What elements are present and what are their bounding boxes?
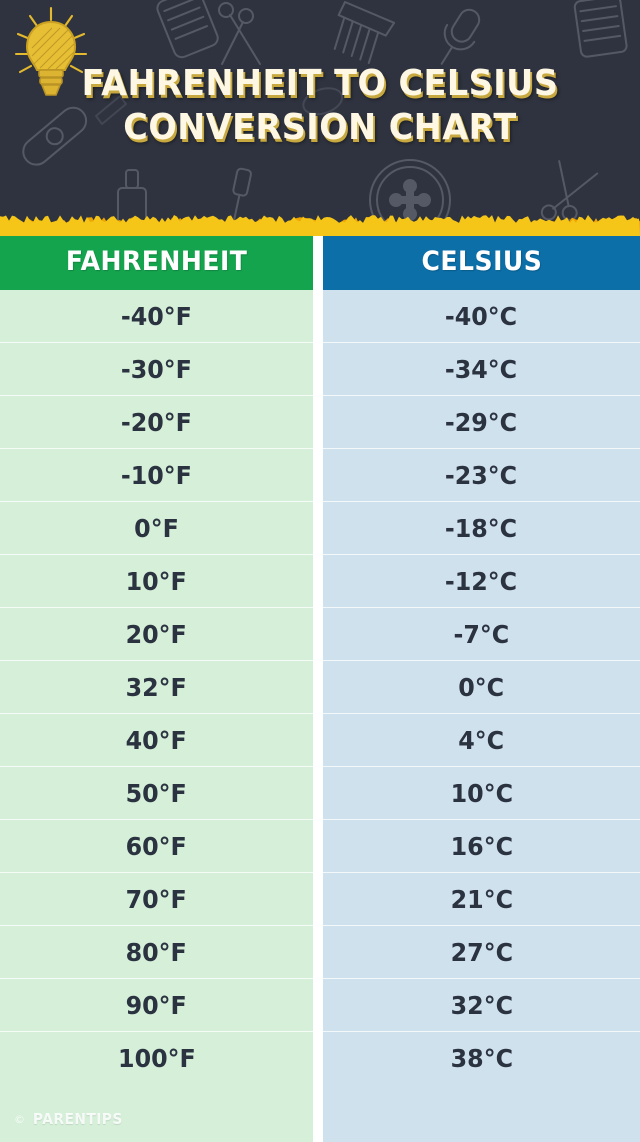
table-cell-fahrenheit: -20°F (0, 396, 313, 449)
table-cell-value: 32°F (125, 672, 188, 702)
table-cell-fahrenheit: 80°F (0, 926, 313, 979)
table-cell-value: -30°F (120, 354, 193, 384)
table-cell-value: 50°F (125, 778, 188, 808)
table-cell-value: 16°C (450, 831, 513, 861)
table-cell-value: 32°C (450, 990, 513, 1020)
watermark-label: PARENTIPS (32, 1110, 123, 1128)
table-cell-fahrenheit: 50°F (0, 767, 313, 820)
watermark: © PARENTIPS (14, 1110, 127, 1128)
table-cell-value: 100°F (117, 1044, 196, 1073)
table-cell-value: 4°C (458, 725, 505, 755)
table-cell-celsius: 32°C (323, 979, 640, 1032)
column-header-celsius: CELSIUS (323, 232, 640, 290)
table-cell-value: 70°F (125, 884, 188, 914)
table-cell-fahrenheit: 90°F (0, 979, 313, 1032)
fahrenheit-cells: -40°F -30°F -20°F -10°F 0°F 10°F 20°F 32°F 40°F 5… (0, 290, 313, 1085)
table-cell-value: 60°F (125, 831, 188, 861)
table-cell-value: -12°C (445, 566, 518, 596)
celsius-column: CELSIUS -40°C -34°C -29°C -23°C -18°C -12°C -7… (323, 232, 640, 1142)
celsius-cells: -40°C -34°C -29°C -23°C -18°C -12°C -7°C 0°C 4°C… (323, 290, 640, 1085)
column-divider-header (313, 232, 323, 290)
table-cell-fahrenheit: -30°F (0, 343, 313, 396)
table-cell-value: -10°F (120, 460, 193, 490)
fahrenheit-column: FAHRENHEIT -40°F -30°F -20°F -10°F 0°F 10°F 20… (0, 232, 313, 1142)
table-cell-fahrenheit: 32°F (0, 661, 313, 714)
table-cell-celsius: -12°C (323, 555, 640, 608)
table-cell-value: 38°C (450, 1044, 513, 1073)
table-cell-value: 10°C (450, 778, 513, 808)
table-cell-value: -40°C (445, 301, 518, 331)
table-cell-celsius: -34°C (323, 343, 640, 396)
table-cell-value: 90°F (125, 990, 188, 1020)
table-cell-value: 21°C (450, 884, 513, 914)
table-cell-celsius: 4°C (323, 714, 640, 767)
table-cell-value: -29°C (445, 407, 518, 437)
table-cell-celsius: 21°C (323, 873, 640, 926)
table-cell-value: 80°F (125, 937, 188, 967)
table-cell-celsius: -18°C (323, 502, 640, 555)
header-banner: FAHRENHEIT TO CELSIUS CONVERSION CHART (0, 0, 640, 232)
table-cell-value: 0°C (458, 672, 505, 702)
column-header-celsius-label: CELSIUS (421, 245, 542, 277)
table-cell-fahrenheit: -40°F (0, 290, 313, 343)
table-cell-fahrenheit: -10°F (0, 449, 313, 502)
title-line-1: FAHRENHEIT TO CELSIUS (81, 63, 559, 104)
table-cell-fahrenheit: 100°F (0, 1032, 313, 1085)
table-cell-value: -20°F (120, 407, 193, 437)
column-divider (313, 232, 323, 1142)
conversion-table: FAHRENHEIT -40°F -30°F -20°F -10°F 0°F 10°F 20… (0, 232, 640, 1142)
table-cell-celsius: 38°C (323, 1032, 640, 1085)
table-cell-fahrenheit: 0°F (0, 502, 313, 555)
table-cell-celsius: -23°C (323, 449, 640, 502)
column-header-fahrenheit-label: FAHRENHEIT (65, 245, 248, 277)
table-cell-celsius: 16°C (323, 820, 640, 873)
table-cell-celsius: -7°C (323, 608, 640, 661)
table-cell-value: -34°C (445, 354, 518, 384)
title-line-2: CONVERSION CHART (123, 107, 517, 148)
table-cell-fahrenheit: 40°F (0, 714, 313, 767)
torn-paper-edge (0, 215, 640, 236)
fahrenheit-celsius-conversion-infographic: FAHRENHEIT TO CELSIUS CONVERSION CHART F… (0, 0, 640, 1142)
table-cell-fahrenheit: 10°F (0, 555, 313, 608)
table-cell-value: 10°F (125, 566, 188, 596)
column-header-fahrenheit: FAHRENHEIT (0, 232, 313, 290)
table-cell-value: 40°F (125, 725, 188, 755)
table-cell-value: -40°F (120, 301, 193, 331)
table-cell-fahrenheit: 20°F (0, 608, 313, 661)
table-cell-value: -18°C (445, 513, 518, 543)
table-cell-celsius: 0°C (323, 661, 640, 714)
table-cell-fahrenheit: 70°F (0, 873, 313, 926)
table-cell-celsius: 27°C (323, 926, 640, 979)
table-cell-value: 0°F (134, 513, 179, 543)
table-cell-value: 20°F (125, 619, 188, 649)
table-cell-value: 27°C (450, 937, 513, 967)
table-cell-fahrenheit: 60°F (0, 820, 313, 873)
table-cell-celsius: -29°C (323, 396, 640, 449)
table-cell-celsius: 10°C (323, 767, 640, 820)
page-title: FAHRENHEIT TO CELSIUS CONVERSION CHART (0, 62, 640, 150)
copyright-icon: © (14, 1112, 25, 1126)
table-cell-value: -23°C (445, 460, 518, 490)
table-cell-celsius: -40°C (323, 290, 640, 343)
table-cell-value: -7°C (453, 619, 510, 649)
